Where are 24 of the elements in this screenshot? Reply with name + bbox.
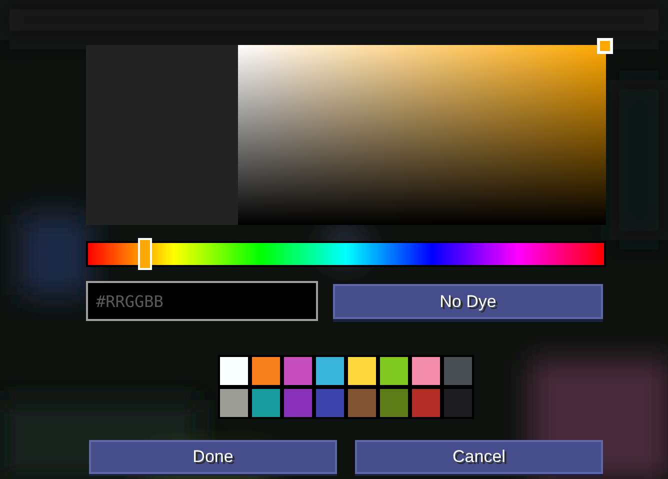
color-swatch[interactable] [444,389,472,417]
color-handle[interactable] [597,38,613,54]
color-swatch[interactable] [316,389,344,417]
done-button[interactable]: Done [89,440,337,474]
color-swatch[interactable] [284,357,312,385]
slider-thumb[interactable] [138,238,152,270]
no-dye-button[interactable]: No Dye [333,284,603,319]
color-swatch[interactable] [380,357,408,385]
cancel-button[interactable]: Cancel [355,440,603,474]
color-swatch[interactable] [412,389,440,417]
color-swatch[interactable] [220,389,248,417]
color-swatch[interactable] [220,357,248,385]
color-swatch[interactable] [412,357,440,385]
color-swatch[interactable] [252,389,280,417]
color-swatch[interactable] [444,357,472,385]
color-swatch[interactable] [284,389,312,417]
color-swatch[interactable] [252,357,280,385]
color-swatch[interactable] [316,357,344,385]
hex-input-field[interactable]: #RRGGBB [86,281,318,321]
hue-slider[interactable] [86,241,606,267]
color-swatch[interactable] [348,357,376,385]
color-swatch[interactable] [380,389,408,417]
color-swatch[interactable] [348,389,376,417]
color-gradient-square[interactable] [238,45,606,225]
